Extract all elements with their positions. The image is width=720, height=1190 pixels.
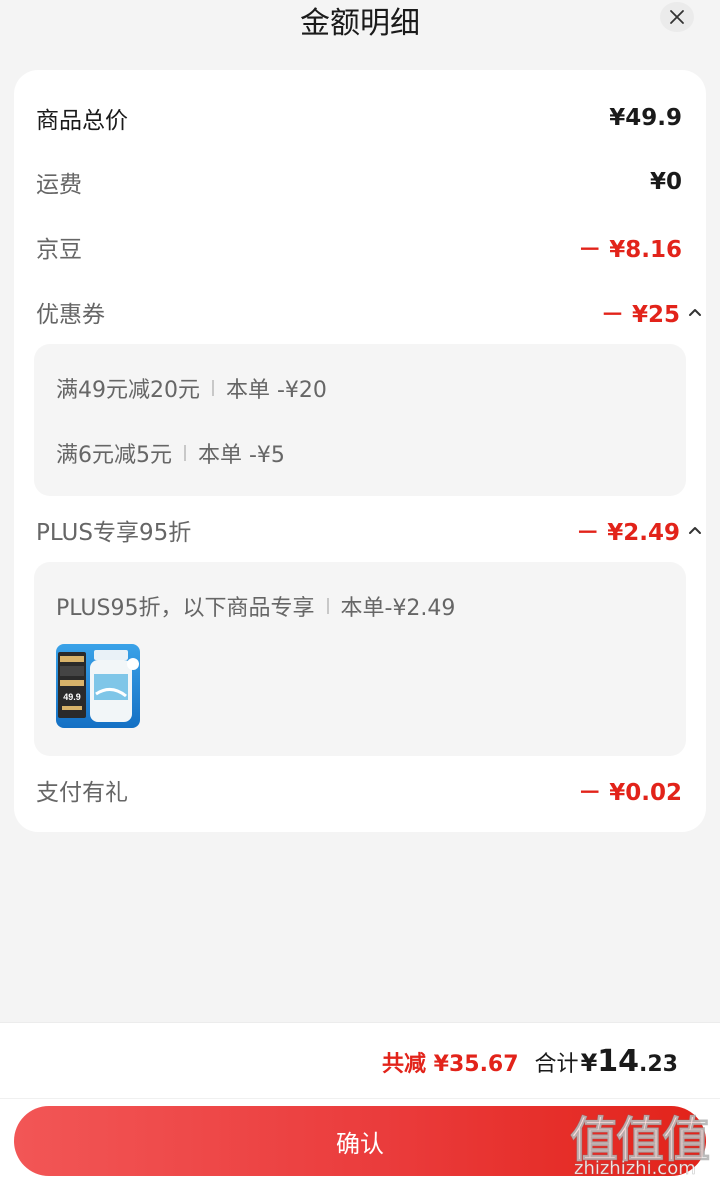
total-currency: ¥ (580, 1049, 598, 1077)
watermark-logo: 值值值 zhizhizhi.com (566, 1100, 716, 1190)
plus-amount: － ¥2.49 (576, 520, 680, 546)
coupon-order-amount: 本单 -¥5 (198, 443, 285, 468)
chevron-up-icon[interactable] (684, 519, 706, 541)
product-thumbnail[interactable]: 49.9 (56, 644, 140, 728)
separator (326, 598, 329, 614)
plus-details-box: PLUS95折，以下商品专享 本单-¥2.49 49.9 (34, 562, 686, 756)
shipping-label: 运费 (36, 172, 82, 198)
coupon-value[interactable]: － ¥25 (600, 295, 701, 329)
coupon-amount: － ¥25 (600, 302, 680, 328)
pay-gift-value: － ¥0.02 (578, 780, 682, 806)
coupon-detail-item: 满6元减5元 本单 -¥5 (56, 435, 285, 471)
total-label: 合计 (534, 1052, 579, 1077)
total-summary: 共减 ¥35.67 合计 ¥ 14 .23 (382, 1044, 678, 1079)
coupon-details-box: 满49元减20元 本单 -¥20 满6元减5元 本单 -¥5 (34, 344, 686, 496)
coupon-order-amount: 本单 -¥20 (226, 378, 327, 403)
coupon-label: 优惠券 (36, 302, 105, 328)
row-goods-total: 商品总价 ¥49.9 (36, 96, 682, 140)
total-reduction: 共减 ¥35.67 (381, 1052, 519, 1077)
coupon-detail-item: 满49元减20元 本单 -¥20 (56, 370, 327, 406)
plus-label: PLUS专享95折 (36, 520, 192, 546)
total-amount-integer: 14 (597, 1044, 640, 1079)
row-jingdou: 京豆 － ¥8.16 (36, 225, 682, 269)
row-shipping: 运费 ¥0 (36, 160, 682, 204)
page-title: 金额明细 (300, 6, 420, 41)
plus-condition: PLUS95折，以下商品专享 (56, 596, 315, 621)
plus-detail-line: PLUS95折，以下商品专享 本单-¥2.49 (56, 588, 455, 624)
amount-detail-card: 商品总价 ¥49.9 运费 ¥0 京豆 － ¥8.16 优惠券 － ¥25 满4… (14, 70, 706, 832)
row-plus[interactable]: PLUS专享95折 － ¥2.49 (36, 508, 701, 552)
plus-value[interactable]: － ¥2.49 (576, 513, 701, 547)
jingdou-label: 京豆 (36, 237, 82, 263)
close-button[interactable] (660, 2, 694, 32)
coupon-condition: 满6元减5元 (56, 443, 172, 468)
row-coupon[interactable]: 优惠券 － ¥25 (36, 290, 701, 334)
close-icon (670, 10, 684, 24)
divider (0, 1098, 720, 1099)
plus-order-amount: 本单-¥2.49 (340, 596, 456, 621)
divider (0, 1022, 720, 1023)
coupon-condition: 满49元减20元 (56, 378, 200, 403)
separator (184, 445, 186, 461)
row-pay-gift: 支付有礼 － ¥0.02 (36, 768, 682, 812)
product-price-tag: 49.9 (63, 692, 81, 702)
goods-total-value: ¥49.9 (609, 105, 682, 131)
goods-total-label: 商品总价 (36, 108, 128, 134)
jingdou-value: － ¥8.16 (578, 237, 682, 263)
shipping-value: ¥0 (649, 169, 682, 195)
total-amount-decimal: .23 (639, 1052, 678, 1077)
header: 金额明细 (0, 0, 720, 52)
separator (212, 380, 214, 396)
watermark-url: zhizhizhi.com (574, 1158, 696, 1180)
chevron-up-icon[interactable] (684, 301, 706, 323)
pay-gift-label: 支付有礼 (36, 780, 128, 806)
